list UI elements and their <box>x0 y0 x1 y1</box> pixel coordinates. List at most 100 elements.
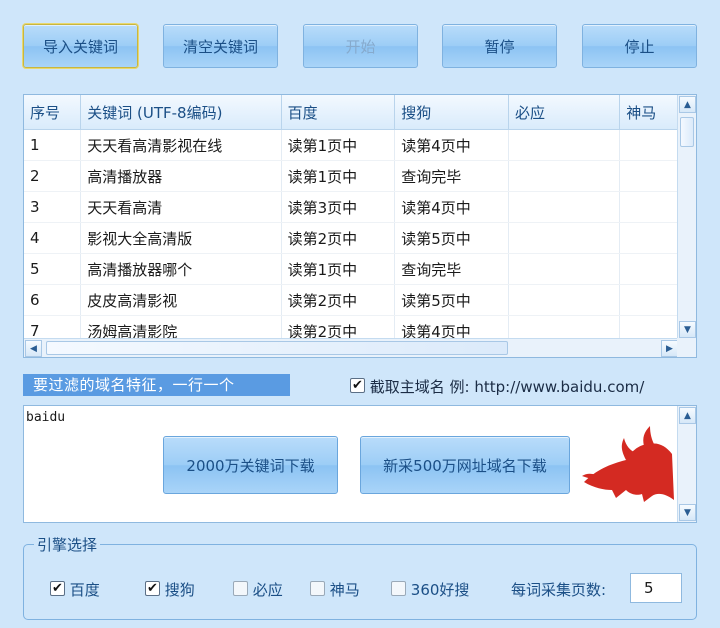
bull-logo-icon <box>582 426 674 502</box>
cell-baidu: 读第1页中 <box>281 160 396 192</box>
cell-bing <box>508 284 621 316</box>
engine-label-shenma: 神马 <box>329 581 360 599</box>
keyword-grid[interactable]: 序号 关键词 (UTF-8编码) 百度 搜狗 必应 神马 1 天天看高清影视在线… <box>23 94 697 358</box>
grid-vertical-scrollbar[interactable]: ▲ ▼ <box>677 95 696 339</box>
clear-keywords-button[interactable]: 清空关键词 <box>163 24 278 68</box>
engine-checkbox-baidu[interactable]: ✔ <box>50 581 65 596</box>
cell-baidu: 读第3页中 <box>281 191 396 223</box>
column-header-sogou[interactable]: 搜狗 <box>394 95 509 130</box>
cell-shenma <box>619 315 679 339</box>
column-header-bing[interactable]: 必应 <box>508 95 621 130</box>
download-domains-button[interactable]: 新采500万网址域名下载 <box>360 436 570 494</box>
cell-sogou: 读第5页中 <box>394 284 509 316</box>
cell-shenma <box>619 284 679 316</box>
cell-shenma <box>619 222 679 254</box>
scroll-up-icon[interactable]: ▲ <box>679 407 696 424</box>
scroll-up-icon[interactable]: ▲ <box>679 96 696 113</box>
cell-sogou: 读第5页中 <box>394 222 509 254</box>
scroll-left-icon[interactable]: ◀ <box>25 340 42 357</box>
cell-keyword: 高清播放器哪个 <box>80 253 282 285</box>
cell-sogou: 查询完毕 <box>394 160 509 192</box>
cell-index: 3 <box>24 191 82 223</box>
start-button[interactable]: 开始 <box>303 24 418 68</box>
scroll-down-icon[interactable]: ▼ <box>679 321 696 338</box>
download-keywords-button[interactable]: 2000万关键词下载 <box>163 436 338 494</box>
cell-bing <box>508 222 621 254</box>
cell-baidu: 读第2页中 <box>281 315 396 339</box>
engine-label-sogou: 搜狗 <box>164 581 195 599</box>
table-row[interactable]: 7 汤姆高清影院 读第2页中 读第4页中 <box>24 315 679 339</box>
engine-option-baidu[interactable]: ✔ 百度 <box>50 579 100 600</box>
pause-button[interactable]: 暂停 <box>442 24 557 68</box>
table-row[interactable]: 1 天天看高清影视在线 读第1页中 读第4页中 <box>24 129 679 161</box>
cell-index: 7 <box>24 315 82 339</box>
cell-index: 6 <box>24 284 82 316</box>
cell-baidu: 读第1页中 <box>281 253 396 285</box>
engine-checkbox-360[interactable] <box>391 581 406 596</box>
engine-checkbox-shenma[interactable] <box>310 581 325 596</box>
engine-checkbox-bing[interactable] <box>233 581 248 596</box>
table-row[interactable]: 3 天天看高清 读第3页中 读第4页中 <box>24 191 679 223</box>
cell-baidu: 读第1页中 <box>281 129 396 161</box>
import-keywords-button[interactable]: 导入关键词 <box>23 24 138 68</box>
horizontal-scroll-thumb[interactable] <box>46 341 508 355</box>
column-header-shenma[interactable]: 神马 <box>619 95 679 130</box>
engine-checkbox-sogou[interactable]: ✔ <box>145 581 160 596</box>
cell-shenma <box>619 191 679 223</box>
domain-filter-text: baidu <box>26 410 66 425</box>
cell-sogou: 读第4页中 <box>394 191 509 223</box>
table-row[interactable]: 4 影视大全高清版 读第2页中 读第5页中 <box>24 222 679 254</box>
cell-index: 2 <box>24 160 82 192</box>
cell-shenma <box>619 253 679 285</box>
domain-filter-textarea[interactable]: baidu 2000万关键词下载 新采500万网址域名下载 ▲ ▼ <box>23 405 697 523</box>
table-row[interactable]: 2 高清播放器 读第1页中 查询完毕 <box>24 160 679 192</box>
extract-main-domain-checkbox[interactable]: ✔ <box>350 378 365 393</box>
cell-sogou: 查询完毕 <box>394 253 509 285</box>
scroll-right-icon[interactable]: ▶ <box>661 340 678 357</box>
cell-shenma <box>619 160 679 192</box>
column-header-keyword[interactable]: 关键词 (UTF-8编码) <box>80 95 282 130</box>
pages-per-keyword-input[interactable]: 5 <box>630 573 682 603</box>
textarea-vertical-scrollbar[interactable]: ▲ ▼ <box>677 406 696 522</box>
table-row[interactable]: 5 高清播放器哪个 读第1页中 查询完毕 <box>24 253 679 285</box>
cell-index: 4 <box>24 222 82 254</box>
cell-index: 1 <box>24 129 82 161</box>
engine-option-bing[interactable]: 必应 <box>233 579 283 600</box>
cell-shenma <box>619 129 679 161</box>
cell-baidu: 读第2页中 <box>281 284 396 316</box>
engine-option-sogou[interactable]: ✔ 搜狗 <box>145 579 195 600</box>
cell-keyword: 皮皮高清影视 <box>80 284 282 316</box>
column-header-index[interactable]: 序号 <box>24 95 82 130</box>
extract-main-domain-label: 截取主域名 例: http://www.baidu.com/ <box>369 378 645 396</box>
table-row[interactable]: 6 皮皮高清影视 读第2页中 读第5页中 <box>24 284 679 316</box>
column-header-baidu[interactable]: 百度 <box>281 95 396 130</box>
scrollbar-corner <box>677 338 696 357</box>
grid-viewport: 序号 关键词 (UTF-8编码) 百度 搜狗 必应 神马 1 天天看高清影视在线… <box>24 95 679 339</box>
engine-option-360[interactable]: 360好搜 <box>391 579 469 600</box>
engine-label-360: 360好搜 <box>410 581 470 599</box>
engine-selection-legend: 引擎选择 <box>34 534 101 555</box>
scroll-down-icon[interactable]: ▼ <box>679 504 696 521</box>
extract-main-domain-option[interactable]: ✔ 截取主域名 例: http://www.baidu.com/ <box>350 376 644 397</box>
cell-bing <box>508 129 621 161</box>
grid-horizontal-scrollbar[interactable]: ◀ ▶ <box>24 338 679 357</box>
cell-keyword: 天天看高清 <box>80 191 282 223</box>
domain-filter-label: 要过滤的域名特征，一行一个 <box>23 374 290 396</box>
vertical-scroll-thumb[interactable] <box>680 117 694 147</box>
stop-button[interactable]: 停止 <box>582 24 697 68</box>
cell-keyword: 天天看高清影视在线 <box>80 129 282 161</box>
cell-bing <box>508 315 621 339</box>
pages-per-keyword-label: 每词采集页数: <box>511 581 607 599</box>
engine-label-bing: 必应 <box>252 581 283 599</box>
cell-index: 5 <box>24 253 82 285</box>
engine-option-shenma[interactable]: 神马 <box>310 579 360 600</box>
cell-sogou: 读第4页中 <box>394 315 509 339</box>
cell-bing <box>508 160 621 192</box>
cell-keyword: 汤姆高清影院 <box>80 315 282 339</box>
cell-keyword: 影视大全高清版 <box>80 222 282 254</box>
cell-keyword: 高清播放器 <box>80 160 282 192</box>
cell-bing <box>508 253 621 285</box>
table-header-row: 序号 关键词 (UTF-8编码) 百度 搜狗 必应 神马 <box>24 95 679 130</box>
keyword-table: 序号 关键词 (UTF-8编码) 百度 搜狗 必应 神马 1 天天看高清影视在线… <box>24 95 679 339</box>
cell-sogou: 读第4页中 <box>394 129 509 161</box>
